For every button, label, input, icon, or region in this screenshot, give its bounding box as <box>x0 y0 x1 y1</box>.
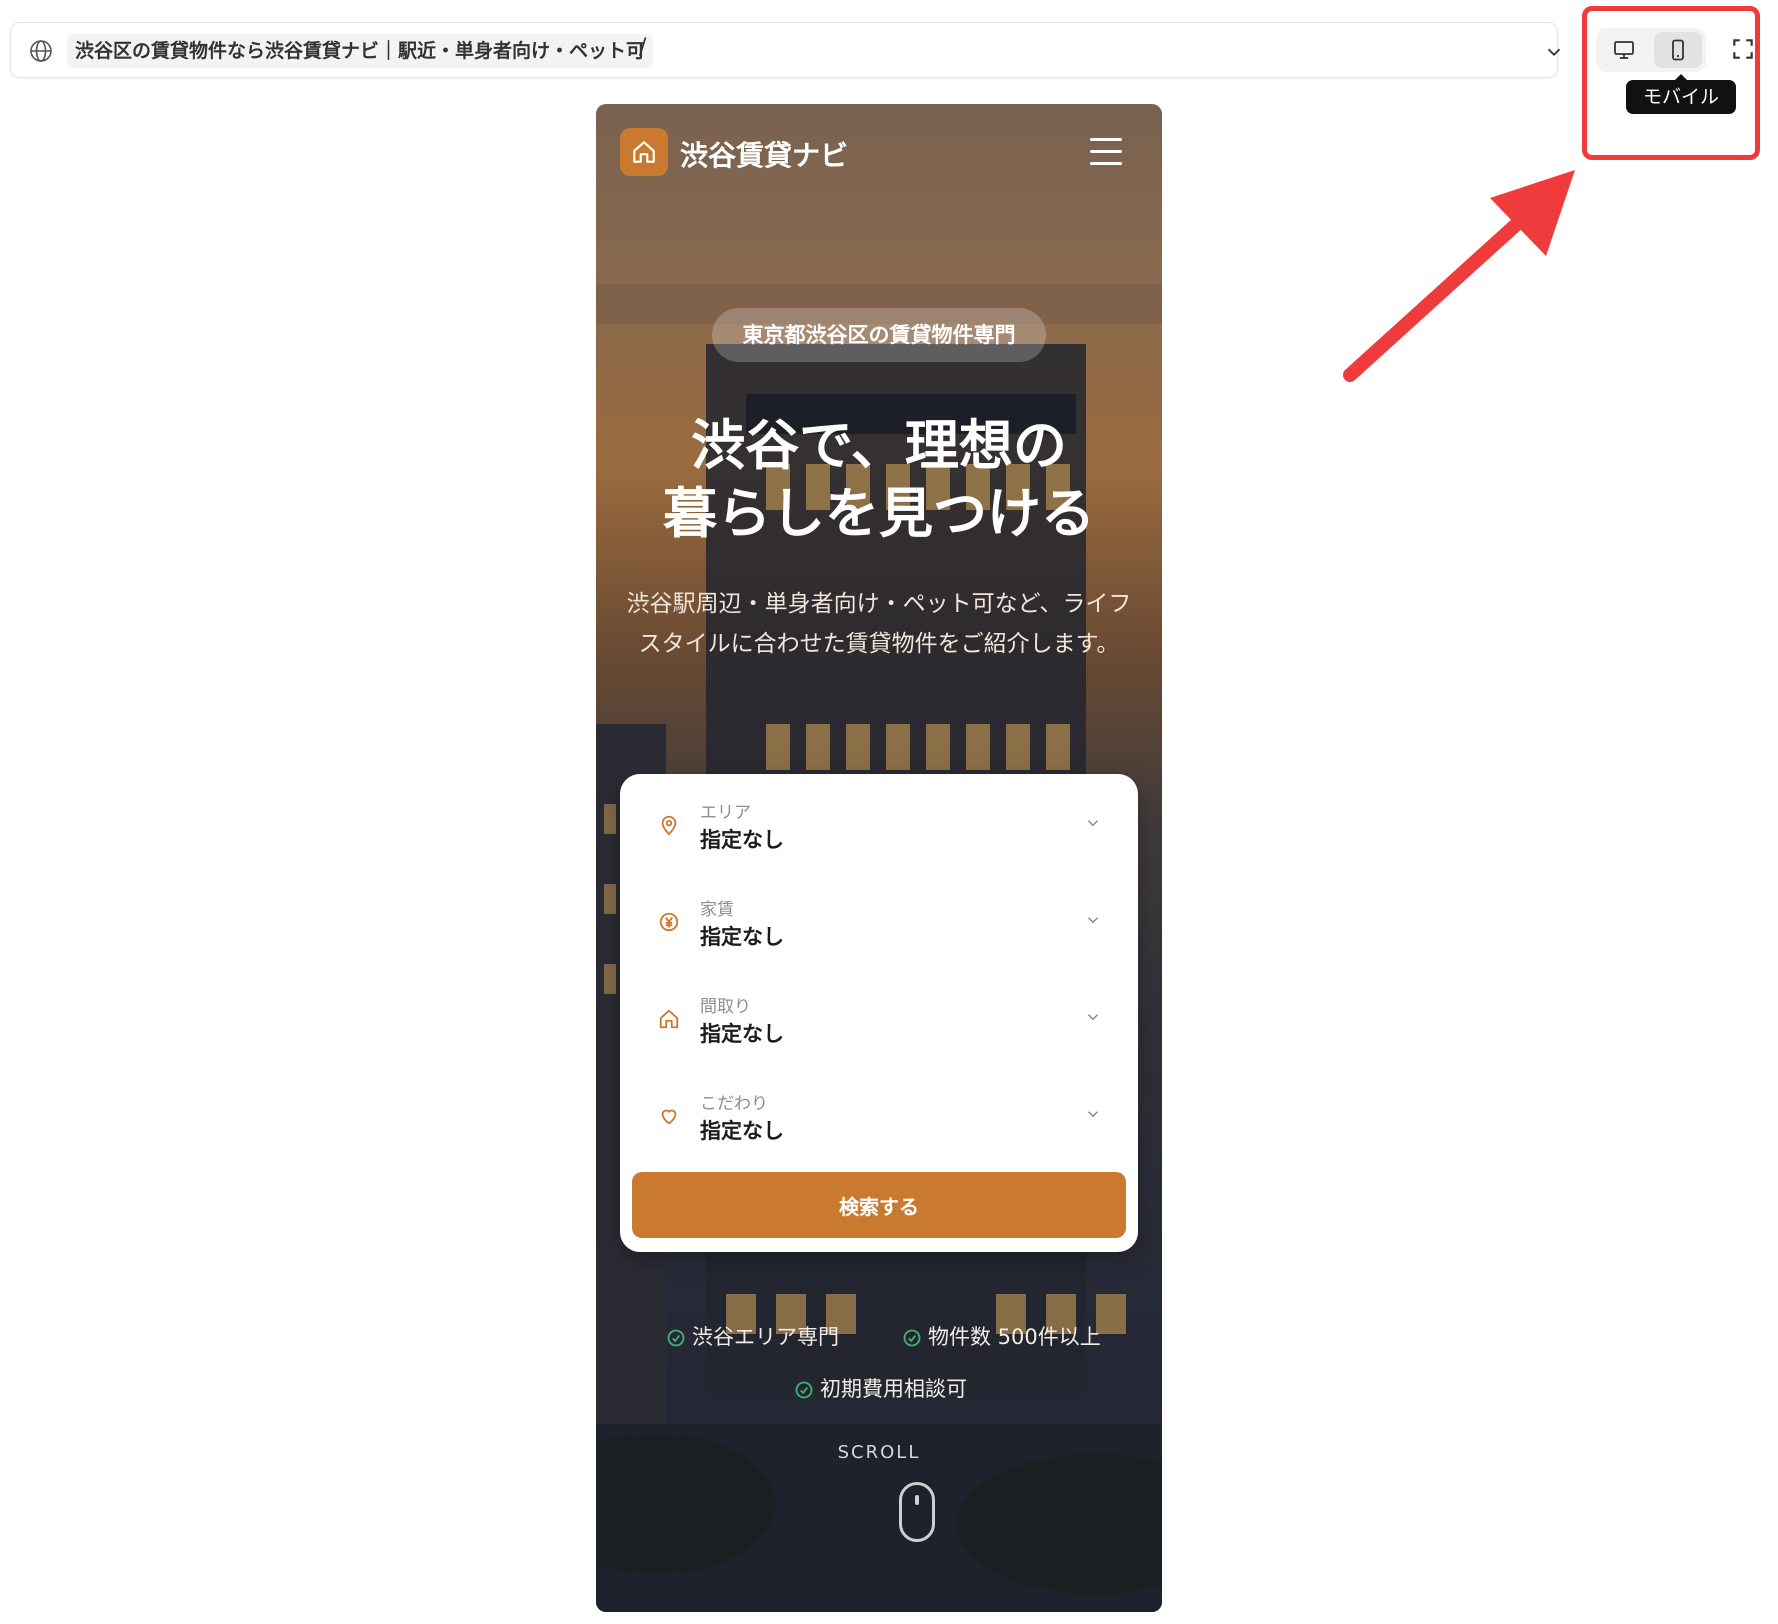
url-path[interactable]: / <box>639 35 646 60</box>
chevron-down-icon <box>1087 1014 1099 1021</box>
hero-title-line1: 渋谷で、理想の <box>691 414 1067 477</box>
chevron-down-icon <box>1087 917 1099 924</box>
site-header: 渋谷賃貸ナビ <box>596 104 1162 204</box>
feature-label: 渋谷エリア専門 <box>692 1325 839 1349</box>
address-bar[interactable]: 渋谷区の賃貸物件なら渋谷賃貸ナビ｜駅近・単身者向け・ペット可 / <box>10 22 1561 78</box>
check-circle-icon <box>795 1381 813 1399</box>
mouse-scroll-icon[interactable] <box>899 1482 935 1542</box>
feature-item: 初期費用相談可 <box>794 1374 984 1404</box>
hero-title: 渋谷で、理想の 暮らしを見つける <box>596 412 1162 548</box>
area-label: エリア <box>700 803 751 823</box>
page-title-chip[interactable]: 渋谷区の賃貸物件なら渋谷賃貸ナビ｜駅近・単身者向け・ペット可 <box>67 34 654 68</box>
feature-label: 初期費用相談可 <box>820 1377 967 1401</box>
site-logo[interactable] <box>620 128 668 176</box>
site-brand[interactable]: 渋谷賃貸ナビ <box>680 134 848 174</box>
feature-label: 物件数 500件以上 <box>928 1325 1101 1349</box>
hero-badge: 東京都渋谷区の賃貸物件専門 <box>712 308 1046 362</box>
layout-select[interactable]: 間取り 指定なし <box>620 968 1138 1064</box>
menu-icon[interactable] <box>1090 138 1122 166</box>
home-icon <box>659 1009 679 1029</box>
feature-item: 物件数 500件以上 <box>902 1322 1112 1352</box>
yen-icon <box>659 912 679 932</box>
rent-select[interactable]: 家賃 指定なし <box>620 871 1138 967</box>
preference-select[interactable]: こだわり 指定なし <box>620 1065 1138 1161</box>
preference-label: こだわり <box>700 1094 768 1114</box>
check-circle-icon <box>667 1329 685 1347</box>
layout-label: 間取り <box>700 997 751 1017</box>
area-value: 指定なし <box>700 828 784 852</box>
globe-icon <box>30 40 52 62</box>
rent-label: 家賃 <box>700 900 734 920</box>
search-card: エリア 指定なし 家賃 指定なし 間取り 指定なし こだわり 指定なし 検索する <box>620 774 1138 1252</box>
annotation-highlight-box <box>1582 6 1760 160</box>
area-select[interactable]: エリア 指定なし <box>620 774 1138 870</box>
feature-item: 渋谷エリア専門 <box>666 1322 856 1352</box>
rent-value: 指定なし <box>700 925 784 949</box>
chevron-down-icon <box>1087 1111 1099 1118</box>
chevron-down-icon[interactable] <box>1543 41 1565 63</box>
home-icon <box>633 141 655 163</box>
search-button[interactable]: 検索する <box>632 1172 1126 1238</box>
map-pin-icon <box>661 815 677 836</box>
chevron-down-icon <box>1087 820 1099 827</box>
check-circle-icon <box>903 1329 921 1347</box>
scroll-label: SCROLL <box>837 1442 921 1463</box>
annotation-arrow-icon <box>1343 170 1575 382</box>
hero-title-line2: 暮らしを見つける <box>663 482 1095 545</box>
hero-subtitle: 渋谷駅周辺・単身者向け・ペット可など、ライフスタイルに合わせた賃貸物件をご紹介し… <box>626 591 1132 657</box>
preference-value: 指定なし <box>700 1119 784 1143</box>
layout-value: 指定なし <box>700 1022 784 1046</box>
heart-icon <box>661 1109 677 1125</box>
mobile-preview: 渋谷賃貸ナビ 東京都渋谷区の賃貸物件専門 渋谷で、理想の 暮らしを見つける 渋谷… <box>596 104 1162 1612</box>
